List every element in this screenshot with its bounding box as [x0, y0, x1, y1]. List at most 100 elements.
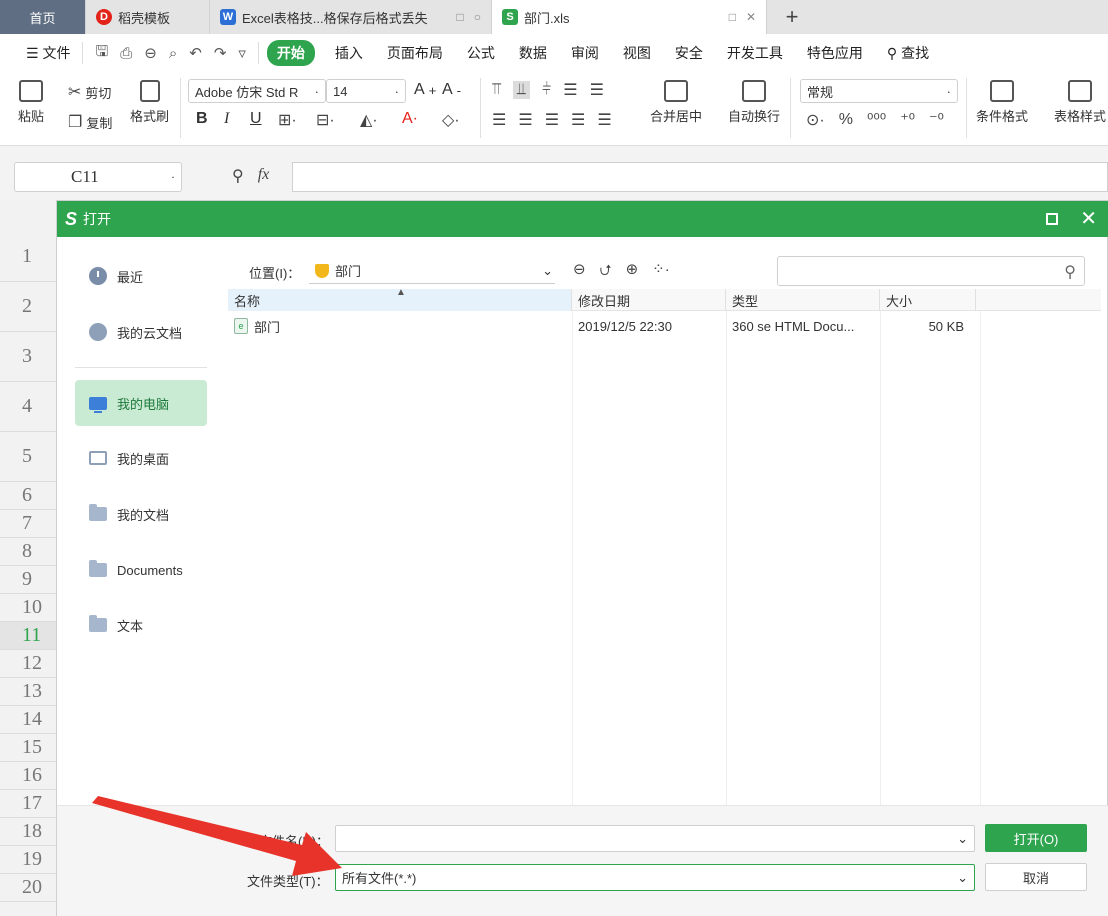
fill-color-icon[interactable]: ◭· — [360, 110, 378, 130]
zoom-icon[interactable]: ⚲ — [232, 166, 244, 186]
thousands-icon[interactable]: ⁰⁰⁰ — [867, 110, 886, 130]
align-top-icon[interactable]: ⫪ — [492, 81, 501, 99]
nav-my-computer[interactable]: 我的电脑 — [75, 380, 207, 426]
row-header-11[interactable]: 11 — [0, 622, 56, 650]
font-name-select[interactable]: Adobe 仿宋 Std R · — [188, 79, 326, 103]
bold-icon[interactable]: B — [196, 110, 208, 128]
row-header-1[interactable]: 1 — [0, 232, 56, 282]
new-folder-icon[interactable]: ⊕ — [626, 260, 639, 285]
border-icon[interactable]: ⊞· — [278, 110, 297, 130]
tab-insert[interactable]: 插入 — [323, 34, 375, 72]
back-icon[interactable]: ⊖ — [573, 260, 586, 285]
up-folder-icon[interactable]: ⮍ — [600, 260, 612, 285]
tab-special[interactable]: 特色应用 — [795, 34, 875, 72]
open-button[interactable]: 打开(O) — [985, 824, 1087, 852]
currency-icon[interactable]: ⊙· — [806, 110, 825, 130]
nav-text[interactable]: 文本 — [75, 602, 207, 648]
nav-cloud-docs[interactable]: 我的云文档 — [75, 309, 207, 355]
tab-home[interactable]: 首页 — [0, 0, 86, 34]
nav-desktop[interactable]: 我的桌面 — [75, 435, 207, 481]
cancel-button[interactable]: 取消 — [985, 863, 1087, 891]
underline-icon[interactable]: U — [250, 110, 262, 128]
font-size-select[interactable]: 14 · — [326, 79, 406, 103]
chat-bubble-icon[interactable]: □ — [729, 10, 736, 24]
column-modified[interactable]: 修改日期 — [572, 289, 726, 311]
wrap-text-button[interactable]: 自动换行 — [728, 80, 780, 125]
row-header-20[interactable]: 20 — [0, 874, 56, 902]
view-mode-icon[interactable]: ⁘· — [652, 260, 670, 285]
print-preview-icon[interactable]: ⌕ — [169, 45, 177, 62]
row-header-4[interactable]: 4 — [0, 382, 56, 432]
close-icon[interactable]: ✕ — [1080, 209, 1097, 229]
row-header-7[interactable]: 7 — [0, 510, 56, 538]
nav-my-documents[interactable]: 我的文档 — [75, 491, 207, 537]
row-header-8[interactable]: 8 — [0, 538, 56, 566]
column-size[interactable]: 大小 — [880, 289, 976, 311]
table-style-button[interactable]: 表格样式 — [1054, 80, 1106, 125]
row-header-2[interactable]: 2 — [0, 282, 56, 332]
tab-view[interactable]: 视图 — [611, 34, 663, 72]
indent-bottom-icon[interactable]: ☰ — [590, 80, 604, 100]
chat-bubble-icon[interactable]: □ — [457, 10, 464, 24]
italic-icon[interactable]: I — [224, 110, 229, 128]
export-pdf-icon[interactable]: ⎙ — [120, 45, 132, 62]
chevron-down-icon[interactable]: ▿ — [238, 44, 246, 62]
print-icon[interactable]: ⊖ — [144, 44, 157, 62]
tab-spreadsheet[interactable]: S 部门.xls □ ✕ — [492, 0, 767, 34]
row-header-13[interactable]: 13 — [0, 678, 56, 706]
row-header-5[interactable]: 5 — [0, 432, 56, 482]
row-header-18[interactable]: 18 — [0, 818, 56, 846]
clear-format-icon[interactable]: ◇· — [442, 110, 460, 130]
align-left-icon[interactable]: ☰ — [492, 110, 506, 130]
decrease-decimal-icon[interactable]: ⁻⁰ — [929, 110, 944, 130]
paste-button[interactable]: 粘贴 — [18, 80, 44, 125]
conditional-format-button[interactable]: 条件格式 — [976, 80, 1028, 125]
merge-style-icon[interactable]: ⊟· — [316, 110, 335, 130]
filetype-select[interactable]: 所有文件(*.*) ⌄ — [335, 864, 975, 891]
font-color-icon[interactable]: A· — [402, 110, 418, 128]
row-header-12[interactable]: 12 — [0, 650, 56, 678]
column-name[interactable]: 名称 ▲ — [228, 287, 572, 311]
nav-documents[interactable]: Documents — [75, 547, 207, 593]
format-painter-button[interactable]: 格式刷 — [130, 80, 169, 125]
tab-security[interactable]: 安全 — [663, 34, 715, 72]
align-right-icon[interactable]: ☰ — [545, 110, 559, 130]
percent-icon[interactable]: % — [839, 111, 853, 129]
tab-docer-templates[interactable]: D 稻壳模板 — [86, 0, 210, 34]
fx-icon[interactable]: fx — [258, 166, 270, 186]
align-bottom-icon[interactable]: ⫩ — [542, 81, 551, 99]
nav-recent[interactable]: 最近 — [75, 253, 207, 299]
tab-developer[interactable]: 开发工具 — [715, 34, 795, 72]
row-header-17[interactable]: 17 — [0, 790, 56, 818]
row-header-14[interactable]: 14 — [0, 706, 56, 734]
save-icon[interactable]: 🖫 — [95, 41, 108, 66]
cut-button[interactable]: ✂ 剪切 — [68, 82, 111, 102]
row-header-15[interactable]: 15 — [0, 734, 56, 762]
search-input[interactable]: ⚲ — [777, 256, 1085, 286]
row-header-3[interactable]: 3 — [0, 332, 56, 382]
location-select[interactable]: 部门 ⌄ — [309, 258, 555, 284]
column-type[interactable]: 类型 — [726, 289, 880, 311]
copy-button[interactable]: ❐ 复制 — [68, 112, 112, 132]
tab-start[interactable]: 开始 — [259, 34, 323, 72]
align-center-icon[interactable]: ☰ — [518, 110, 532, 130]
redo-icon[interactable]: ↷ — [214, 44, 227, 62]
merge-center-button[interactable]: 合并居中 — [650, 80, 702, 125]
increase-font-icon[interactable]: A + — [414, 81, 436, 99]
search-menu[interactable]: ⚲ 查找 — [875, 34, 941, 72]
file-menu[interactable]: ☰ 文件 — [14, 34, 82, 72]
tab-review[interactable]: 审阅 — [559, 34, 611, 72]
indent-top-icon[interactable]: ☰ — [563, 80, 577, 100]
row-header-16[interactable]: 16 — [0, 762, 56, 790]
row-header-9[interactable]: 9 — [0, 566, 56, 594]
filename-input[interactable]: ⌄ — [335, 825, 975, 852]
row-header-6[interactable]: 6 — [0, 482, 56, 510]
increase-decimal-icon[interactable]: ⁺⁰ — [900, 110, 915, 130]
undo-icon[interactable]: ↶ — [189, 44, 202, 62]
file-row[interactable]: e 部门 2019/12/5 22:30 360 se HTML Docu... … — [228, 315, 1101, 337]
align-middle-icon[interactable]: ⫫ — [513, 81, 531, 99]
row-header-19[interactable]: 19 — [0, 846, 56, 874]
number-format-select[interactable]: 常规 · — [800, 79, 958, 103]
decrease-font-icon[interactable]: A- — [442, 81, 461, 99]
close-tab-icon[interactable]: ✕ — [746, 10, 756, 24]
